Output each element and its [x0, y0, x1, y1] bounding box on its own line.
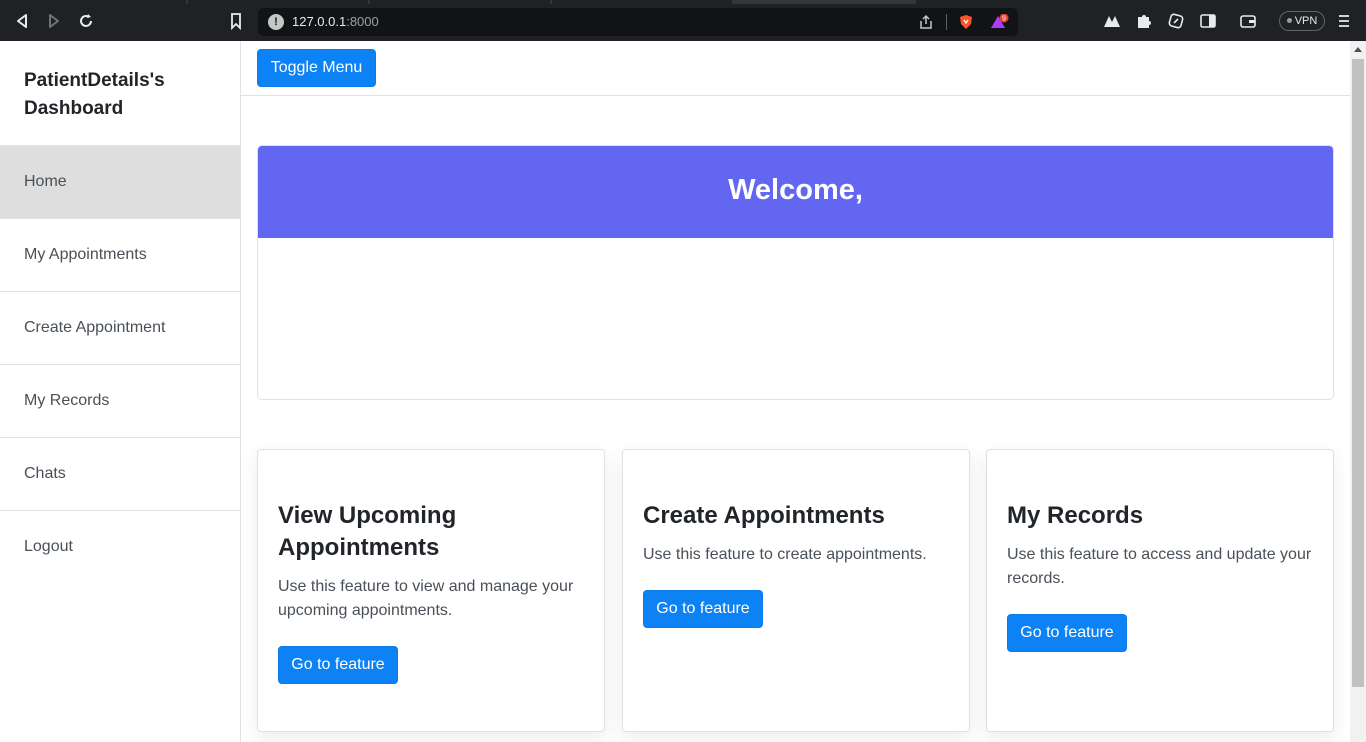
tab-strip	[0, 0, 1366, 4]
feature-card-create-appointments: Create Appointments Use this feature to …	[622, 449, 970, 732]
feature-title: Create Appointments	[643, 502, 885, 529]
top-navbar: Toggle Menu	[241, 41, 1350, 96]
welcome-title: Welcome,	[258, 146, 1333, 238]
site-info-icon[interactable]: !	[268, 14, 284, 30]
sidebar-item-home[interactable]: Home	[0, 145, 240, 218]
feature-description: Use this feature to access and update yo…	[1007, 546, 1312, 587]
feature-card-view-appointments: View Upcoming Appointments Use this feat…	[257, 449, 605, 732]
reload-icon[interactable]	[76, 11, 96, 31]
scrollbar-thumb[interactable]	[1352, 59, 1364, 687]
sidebar-item-my-records[interactable]: My Records	[0, 364, 240, 437]
leo-icon[interactable]	[1166, 11, 1186, 31]
wallet-icon[interactable]	[1238, 11, 1258, 31]
puzzle-icon[interactable]	[1134, 11, 1154, 31]
sidebar-item-logout[interactable]: Logout	[0, 510, 240, 583]
omnibox-divider	[946, 14, 947, 30]
menu-icon[interactable]	[1336, 11, 1352, 31]
brave-rewards-icon[interactable]: 9	[990, 13, 1010, 30]
sidebar-item-create-appointment[interactable]: Create Appointment	[0, 291, 240, 364]
go-to-feature-button[interactable]: Go to feature	[278, 646, 398, 684]
sidebar-item-chats[interactable]: Chats	[0, 437, 240, 510]
url-text[interactable]: 127.0.0.1:8000	[292, 14, 379, 29]
extension-icon[interactable]	[1102, 11, 1122, 31]
main-content: Toggle Menu Welcome, View Upcoming Appoi…	[241, 41, 1350, 742]
brave-shields-icon[interactable]	[958, 14, 974, 30]
sidebar: PatientDetails's Dashboard Home My Appoi…	[0, 41, 241, 742]
sidebar-heading: PatientDetails's Dashboard	[24, 70, 165, 119]
feature-description: Use this feature to view and manage your…	[278, 578, 574, 619]
vpn-button[interactable]: VPN	[1279, 11, 1325, 31]
welcome-card: Welcome,	[257, 145, 1334, 400]
back-icon[interactable]	[12, 11, 32, 31]
svg-text:9: 9	[1002, 16, 1006, 23]
go-to-feature-button[interactable]: Go to feature	[1007, 614, 1127, 652]
feature-description: Use this feature to create appointments.	[643, 546, 927, 563]
address-bar[interactable]: ! 127.0.0.1:8000 9	[258, 8, 1018, 36]
page-scrollbar[interactable]	[1350, 41, 1366, 742]
toggle-menu-button[interactable]: Toggle Menu	[257, 49, 376, 87]
browser-toolbar: ! 127.0.0.1:8000 9 VPN	[0, 0, 1366, 41]
sidebar-toggle-icon[interactable]	[1198, 11, 1218, 31]
sidebar-item-my-appointments[interactable]: My Appointments	[0, 218, 240, 291]
page: PatientDetails's Dashboard Home My Appoi…	[0, 41, 1366, 742]
forward-icon[interactable]	[44, 11, 64, 31]
go-to-feature-button[interactable]: Go to feature	[643, 590, 763, 628]
feature-title: View Upcoming Appointments	[278, 502, 457, 561]
feature-card-my-records: My Records Use this feature to access an…	[986, 449, 1334, 732]
share-icon[interactable]	[918, 14, 934, 30]
scroll-up-icon[interactable]	[1354, 47, 1362, 52]
feature-title: My Records	[1007, 502, 1144, 529]
vpn-status-icon	[1286, 17, 1292, 23]
bookmark-icon[interactable]	[226, 11, 246, 31]
